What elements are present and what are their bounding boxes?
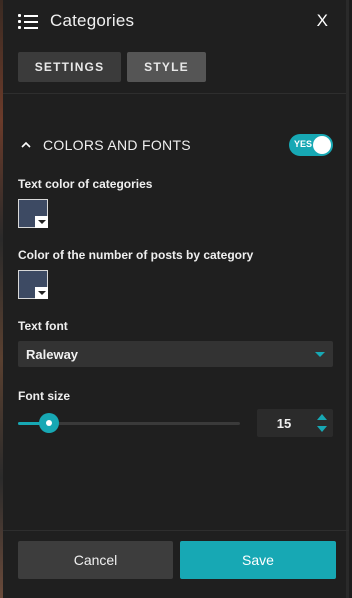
list-menu-icon [18,13,40,29]
font-size-stepper[interactable]: 15 [257,409,333,437]
tab-style[interactable]: STYLE [127,52,206,82]
panel-title: Categories [50,11,135,30]
save-button[interactable]: Save [180,541,336,579]
font-size-row: 15 [3,409,346,437]
font-size-slider[interactable] [18,409,240,437]
section-title: COLORS AND FONTS [43,137,191,153]
stepper-up-icon[interactable] [317,414,327,420]
panel-header: Categories X [3,0,346,42]
colors-fonts-toggle[interactable]: YES [289,134,333,156]
dropdown-caret-icon [35,287,48,299]
text-font-value: Raleway [26,346,79,362]
section-header[interactable]: COLORS AND FONTS YES [3,133,346,157]
font-size-label: Font size [18,389,71,403]
stepper-down-icon[interactable] [317,426,327,432]
font-size-value[interactable]: 15 [257,416,311,431]
text-font-select[interactable]: Raleway [18,341,333,367]
count-color-picker[interactable] [18,270,48,299]
tab-bar: SETTINGS STYLE [3,42,346,94]
text-color-picker[interactable] [18,199,48,228]
close-icon[interactable]: X [317,11,332,31]
dropdown-arrow-icon [315,351,325,357]
categories-panel: Categories X SETTINGS STYLE COLORS AND F… [3,0,349,598]
text-color-label: Text color of categories [18,177,153,191]
panel-footer: Cancel Save [3,530,349,598]
chevron-up-icon [21,141,31,148]
count-color-label: Color of the number of posts by category [18,248,254,262]
slider-thumb[interactable] [39,413,59,433]
toggle-label: YES [294,139,313,149]
text-font-label: Text font [18,319,68,333]
toggle-knob [313,136,331,154]
stepper-arrows-icon[interactable] [317,414,327,432]
dropdown-caret-icon [35,216,48,228]
tab-settings[interactable]: SETTINGS [18,52,121,82]
cancel-button[interactable]: Cancel [18,541,173,579]
